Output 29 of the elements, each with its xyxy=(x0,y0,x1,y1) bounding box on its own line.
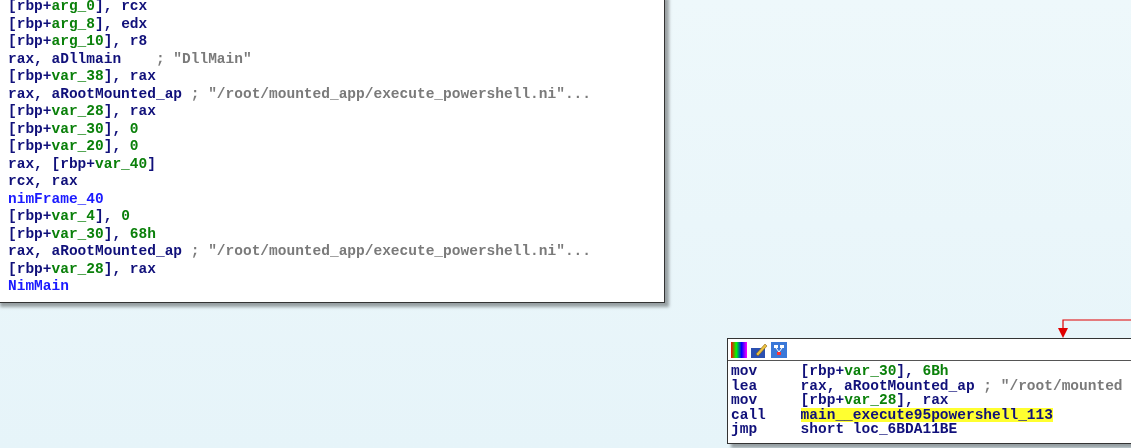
instruction-mnemonic: mov xyxy=(731,393,759,408)
code-line: [rbp+var_30], 0 xyxy=(8,120,139,138)
code-line: nimFrame_40 xyxy=(8,190,104,208)
code-line: rax, [rbp+var_40] xyxy=(8,155,156,173)
instruction-mnemonic: call xyxy=(731,407,767,422)
code-line: [rbp+var_30], 6Bh xyxy=(800,364,949,379)
code-line: rax, aRootMounted_ap ; "/root/mounted xyxy=(800,378,1123,393)
instruction-mnemonic: jmp xyxy=(731,422,759,437)
code-line: [rbp+arg_10], r8 xyxy=(8,33,148,51)
instruction-mnemonic: lea xyxy=(731,378,759,393)
code-line: [rbp+var_4], 0 xyxy=(8,208,130,226)
code-line: [rbp+arg_0], rcx xyxy=(8,0,148,16)
graph-view-icon[interactable] xyxy=(771,341,787,358)
code-line: rax, aRootMounted_ap ; "/root/mounted_app/execute_powershell.ni"... xyxy=(8,243,591,261)
code-line: [rbp+arg_8], edx xyxy=(8,15,148,33)
code-line: NimMain xyxy=(8,278,69,296)
code-line: [rbp+var_28], rax xyxy=(8,260,156,278)
code-line: [rbp+var_20], 0 xyxy=(8,138,139,156)
code-line: [rbp+var_30], 68h xyxy=(8,225,156,243)
code-line: rax, aRootMounted_ap ; "/root/mounted_app/execute_powershell.ni"... xyxy=(8,85,591,103)
code-line: short loc_6BDA11BE xyxy=(800,422,958,437)
color-palette-icon[interactable] xyxy=(731,341,747,358)
code-line: [rbp+var_38], rax xyxy=(8,68,156,86)
instruction-mnemonic: mov xyxy=(731,364,759,379)
code-line: rax, aDllmain ; "DllMain" xyxy=(8,50,252,68)
code-line: rcx, rax xyxy=(8,173,78,191)
edit-pencil-icon[interactable] xyxy=(750,341,768,358)
code-line: [rbp+var_28], rax xyxy=(8,103,156,121)
code-line: [rbp+var_28], rax xyxy=(800,393,949,408)
